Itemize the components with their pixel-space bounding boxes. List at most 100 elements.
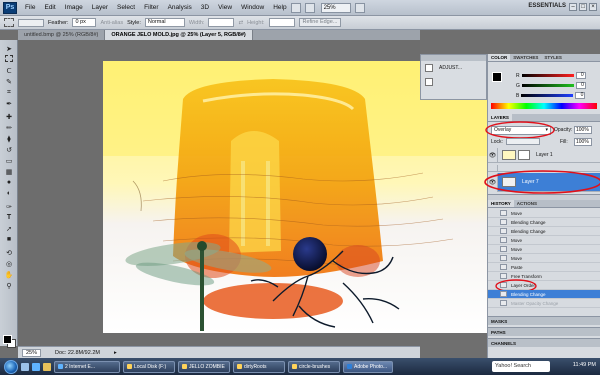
- yahoo-search-box[interactable]: Yahoo! Search: [492, 361, 550, 372]
- history-item[interactable]: Move: [488, 245, 600, 254]
- menu-analysis[interactable]: Analysis: [168, 4, 192, 11]
- tab-orange-jelo-mold[interactable]: ORANGE JELO MOLD.jpg @ 25% (Layer 5, RGB…: [105, 30, 253, 40]
- opacity-input[interactable]: 100%: [574, 126, 592, 134]
- slider-b[interactable]: [521, 94, 574, 97]
- layer-row-layer-1[interactable]: 👁 Layer 1: [488, 147, 600, 163]
- swap-icon[interactable]: ⇄: [238, 20, 243, 26]
- tab-untitled[interactable]: untitled.bmp @ 25% (RGB/8#): [18, 30, 106, 40]
- brush-tool-icon[interactable]: ✏: [4, 123, 14, 132]
- 3d-orbit-icon[interactable]: ◎: [4, 259, 14, 268]
- 3d-rotate-icon[interactable]: ⟲: [4, 248, 14, 257]
- slider-r[interactable]: [521, 74, 574, 77]
- color-spectrum-ramp[interactable]: [491, 103, 597, 109]
- refine-edge-button[interactable]: Refine Edge...: [298, 18, 342, 27]
- slider-g[interactable]: [521, 84, 574, 87]
- minimize-button[interactable]: –: [569, 3, 577, 11]
- zoom-select[interactable]: 25%: [320, 2, 351, 13]
- style-select[interactable]: Normal: [144, 18, 185, 27]
- zoom-readout[interactable]: 25%: [22, 348, 42, 357]
- tab-swatches[interactable]: SWATCHES: [510, 54, 541, 61]
- history-item[interactable]: Paste: [488, 263, 600, 272]
- visibility-eye-icon[interactable]: 👁: [488, 147, 498, 163]
- history-brush-icon[interactable]: ↺: [4, 145, 14, 154]
- tab-styles[interactable]: STYLES: [541, 54, 565, 61]
- eraser-icon[interactable]: ▭: [4, 156, 14, 165]
- hand-icon[interactable]: [304, 2, 315, 13]
- marquee-preset-icon[interactable]: [4, 18, 14, 27]
- history-item[interactable]: Blending Change: [488, 218, 600, 227]
- taskbar-button[interactable]: Local Disk (F:): [123, 360, 175, 373]
- menu-select[interactable]: Select: [117, 4, 135, 11]
- color-foreground-swatch[interactable]: [492, 72, 502, 82]
- maximize-button[interactable]: □: [579, 3, 587, 11]
- value-b[interactable]: 0: [575, 92, 586, 99]
- clone-stamp-icon[interactable]: ⧫: [4, 134, 14, 143]
- menu-image[interactable]: Image: [65, 4, 83, 11]
- workspace-switcher[interactable]: ESSENTIALS: [528, 3, 566, 9]
- menu-help[interactable]: Help: [273, 4, 286, 11]
- dodge-tool-icon[interactable]: ◐: [4, 189, 14, 198]
- feather-input[interactable]: 0 px: [72, 18, 97, 27]
- menu-layer[interactable]: Layer: [92, 4, 108, 11]
- internet-explorer-icon[interactable]: [32, 362, 40, 371]
- shape-tool-icon[interactable]: ■: [4, 235, 14, 244]
- status-menu-arrow-icon[interactable]: ▸: [114, 350, 117, 356]
- pen-tool-icon[interactable]: ✑: [4, 202, 14, 211]
- history-item[interactable]: Move: [488, 236, 600, 245]
- arrange-documents-icon[interactable]: [354, 2, 365, 13]
- history-item[interactable]: Move: [488, 254, 600, 263]
- gradient-tool-icon[interactable]: ▦: [4, 167, 14, 176]
- width-input[interactable]: [208, 18, 235, 27]
- masks-panel-header[interactable]: MASKS: [488, 316, 600, 325]
- foreground-color-swatch[interactable]: [3, 335, 12, 344]
- move-tool-icon[interactable]: ➤: [4, 44, 14, 53]
- menu-3d[interactable]: 3D: [201, 4, 209, 11]
- lasso-tool-icon[interactable]: ᑕ: [4, 66, 14, 75]
- close-button[interactable]: ×: [589, 3, 597, 11]
- taskbar-button[interactable]: JELLO ZOMBIE: [178, 360, 230, 373]
- zoom-tool-icon[interactable]: ⚲: [4, 281, 14, 290]
- tab-actions[interactable]: ACTIONS: [514, 200, 540, 207]
- tab-color[interactable]: COLOR: [488, 54, 511, 61]
- history-item[interactable]: Blending Change: [488, 227, 600, 236]
- show-desktop-icon[interactable]: [21, 362, 29, 371]
- paths-panel-header[interactable]: PATHS: [488, 327, 600, 336]
- selection-mode-icons[interactable]: [18, 18, 44, 27]
- marquee-tool-icon[interactable]: [5, 55, 13, 62]
- menu-file[interactable]: File: [25, 4, 35, 11]
- value-g[interactable]: 0: [575, 82, 586, 89]
- tab-history[interactable]: HISTORY: [488, 200, 514, 207]
- healing-brush-icon[interactable]: ✚: [4, 112, 14, 121]
- crop-tool-icon[interactable]: ⌗: [4, 88, 14, 97]
- eyedropper-icon[interactable]: ✒: [4, 99, 14, 108]
- taskbar-button[interactable]: circle-brushes: [288, 360, 340, 373]
- blur-tool-icon[interactable]: ●: [4, 178, 14, 187]
- panel-dock: COLOR SWATCHES STYLES R 0 G 0 B 0 LAYERS…: [484, 54, 600, 358]
- value-r[interactable]: 0: [575, 72, 586, 79]
- history-item[interactable]: Move: [488, 209, 600, 218]
- quicklaunch-icon[interactable]: [43, 362, 51, 371]
- bridge-icon[interactable]: [290, 2, 301, 13]
- menu-view[interactable]: View: [218, 4, 232, 11]
- document-canvas[interactable]: [103, 61, 487, 333]
- taskbar-button-active[interactable]: Adobe Photo...: [343, 360, 393, 373]
- history-item-selected[interactable]: Blending Change: [488, 290, 600, 299]
- quick-selection-icon[interactable]: ✎: [4, 77, 14, 86]
- start-button[interactable]: [4, 359, 18, 374]
- hand-tool-icon[interactable]: ✋: [4, 270, 14, 279]
- type-tool-icon[interactable]: T: [4, 213, 14, 222]
- fill-input[interactable]: 100%: [574, 138, 592, 146]
- height-input[interactable]: [268, 18, 295, 27]
- taskbar-button[interactable]: dirtyRoots: [233, 360, 285, 373]
- menu-window[interactable]: Window: [241, 4, 264, 11]
- path-selection-icon[interactable]: ➚: [4, 224, 14, 233]
- menu-edit[interactable]: Edit: [44, 4, 55, 11]
- lock-icons[interactable]: [506, 138, 540, 145]
- antialias-checkbox[interactable]: Anti-alias: [100, 20, 123, 26]
- menu-filter[interactable]: Filter: [144, 4, 158, 11]
- taskbar-button[interactable]: 2 Internet E...: [54, 360, 120, 373]
- history-item[interactable]: Master Opacity Change: [488, 299, 600, 308]
- adjustments-row[interactable]: ADJUST...: [421, 61, 486, 75]
- channels-panel-header[interactable]: CHANNELS: [488, 338, 600, 347]
- masks-row[interactable]: [421, 75, 486, 89]
